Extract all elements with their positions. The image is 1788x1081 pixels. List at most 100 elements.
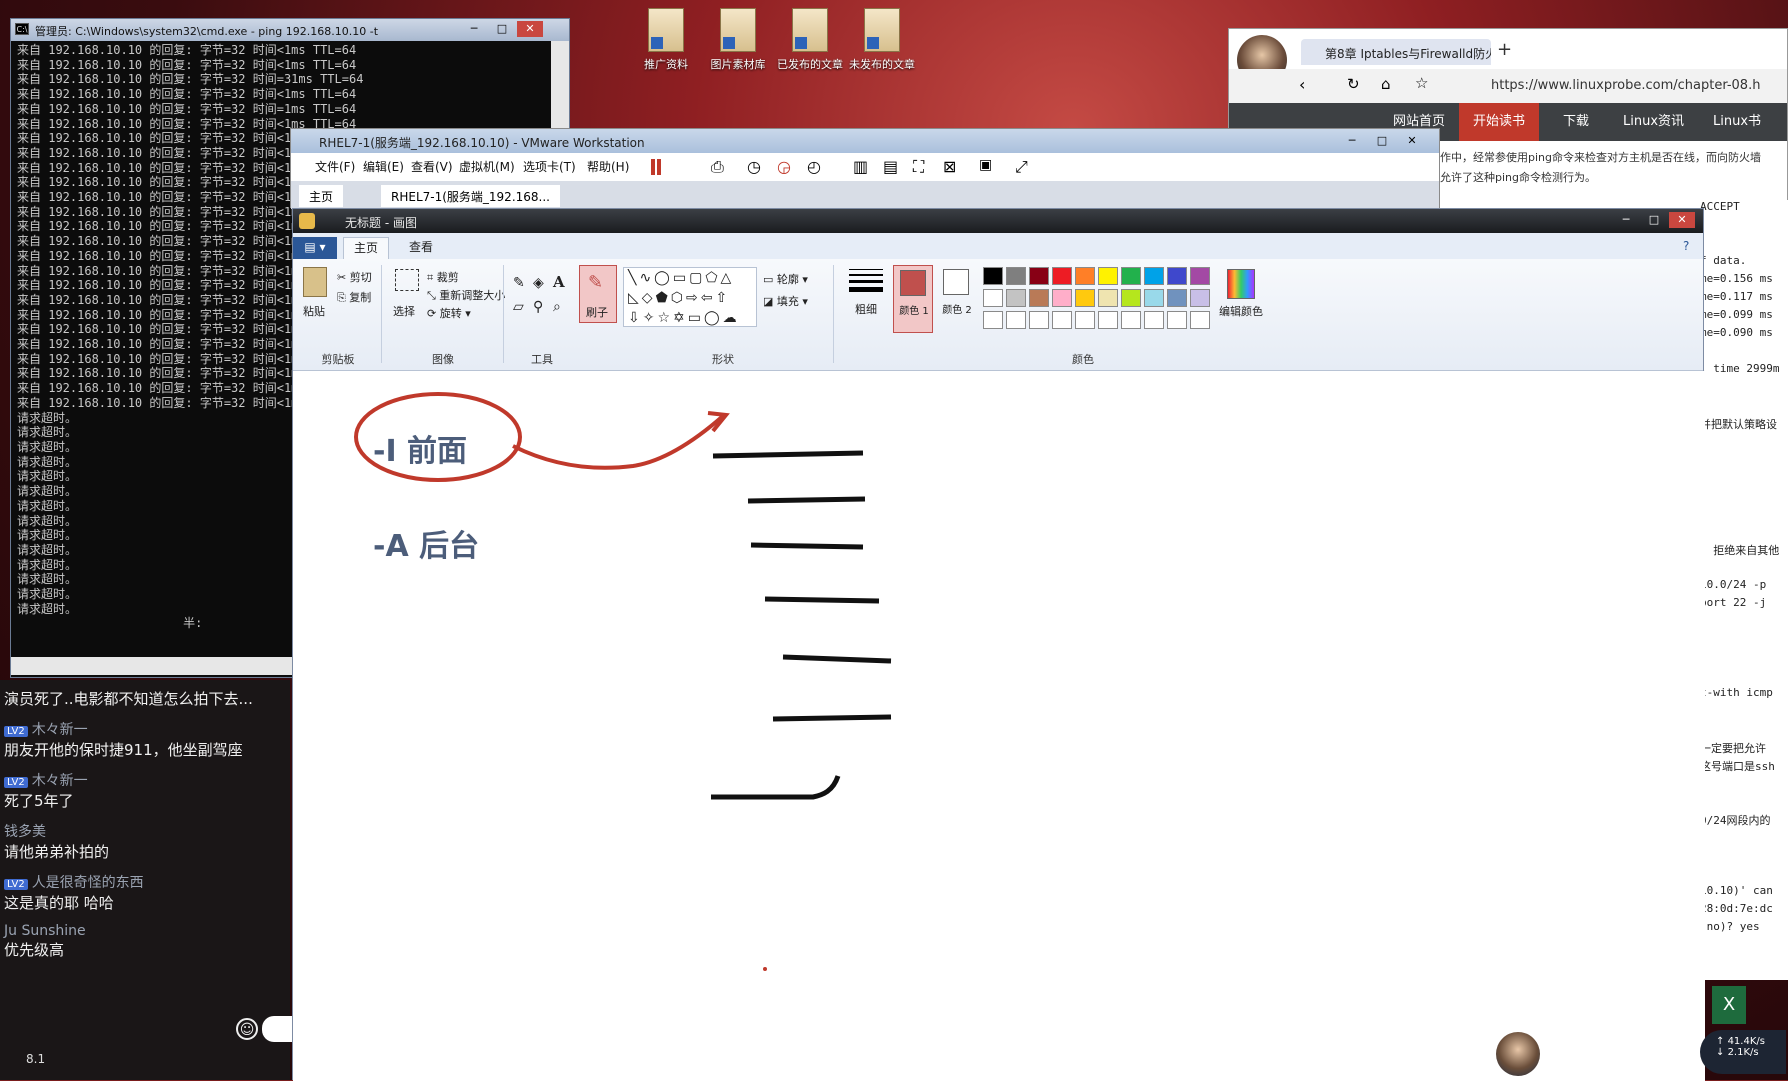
palette-swatch[interactable] bbox=[1121, 267, 1141, 285]
thumbnail-icon[interactable]: ▤ bbox=[883, 157, 898, 176]
desktop-icon-unpublished[interactable]: 未发布的文章 bbox=[842, 8, 922, 72]
snapshot-icon[interactable]: ◷ bbox=[747, 157, 761, 176]
nav-item-download[interactable]: 下载 bbox=[1549, 103, 1603, 141]
home-icon[interactable]: ⌂ bbox=[1381, 75, 1391, 93]
select-icon[interactable] bbox=[395, 269, 419, 291]
palette-swatch[interactable] bbox=[1144, 289, 1164, 307]
menu-tabs[interactable]: 选项卡(T) bbox=[517, 153, 582, 181]
custom-swatch[interactable] bbox=[1144, 311, 1164, 329]
menu-view[interactable]: 查看(V) bbox=[405, 153, 459, 181]
custom-swatch[interactable] bbox=[1052, 311, 1072, 329]
paint-maximize-button[interactable]: □ bbox=[1641, 212, 1667, 228]
text-icon[interactable]: A bbox=[553, 273, 565, 291]
unity-icon[interactable]: ⊠ bbox=[943, 157, 956, 176]
rect-shape-icon[interactable]: ▭ bbox=[673, 270, 689, 286]
maximize-button[interactable]: □ bbox=[489, 21, 515, 37]
up-arrow-shape-icon[interactable]: ⇧ bbox=[715, 290, 730, 306]
callout-shape-icon[interactable]: ▭ bbox=[688, 310, 704, 326]
custom-swatch[interactable] bbox=[1098, 311, 1118, 329]
polygon-shape-icon[interactable]: ⬠ bbox=[705, 270, 720, 286]
browser-tab[interactable]: 第8章 Iptables与Firewalld防火 bbox=[1301, 39, 1491, 65]
pencil-icon[interactable]: ✎ bbox=[513, 275, 525, 291]
desktop-icon-published[interactable]: 已发布的文章 bbox=[770, 8, 850, 72]
palette-swatch[interactable] bbox=[1006, 267, 1026, 285]
copy-button[interactable]: ⎘ 复制 bbox=[337, 289, 371, 305]
chat-input[interactable] bbox=[262, 1016, 292, 1042]
palette-swatch[interactable] bbox=[1098, 267, 1118, 285]
drawing-canvas[interactable]: -I 前面 -A 后台 bbox=[293, 371, 1705, 1081]
color1-button[interactable]: 颜色 1 bbox=[893, 265, 933, 333]
help-icon[interactable]: ? bbox=[1683, 239, 1689, 253]
send-keys-icon[interactable]: ⎙ bbox=[711, 157, 724, 177]
paste-button[interactable]: 粘贴 bbox=[303, 303, 325, 319]
vmware-window[interactable]: RHEL7-1(服务端_192.168.10.10) - VMware Work… bbox=[290, 128, 1440, 209]
edit-colors-icon[interactable] bbox=[1227, 269, 1255, 299]
tab-home[interactable]: 主页 bbox=[299, 185, 344, 207]
nav-item-books[interactable]: Linux书籍 bbox=[1699, 103, 1787, 167]
palette-swatch[interactable] bbox=[1052, 289, 1072, 307]
star-icon[interactable]: ☆ bbox=[1415, 74, 1428, 92]
six-star-shape-icon[interactable]: ✡ bbox=[673, 310, 688, 326]
oval-shape-icon[interactable]: ◯ bbox=[654, 270, 673, 286]
palette-swatch[interactable] bbox=[1052, 267, 1072, 285]
line-shape-icon[interactable]: ╲ bbox=[628, 270, 639, 286]
address-bar[interactable]: https://www.linuxprobe.com/chapter-08.h bbox=[1491, 78, 1760, 93]
desktop-icon-promo[interactable]: 推广资料 bbox=[626, 8, 706, 72]
eraser-icon[interactable]: ▱ bbox=[513, 299, 524, 315]
custom-swatch[interactable] bbox=[983, 311, 1003, 329]
palette-swatch[interactable] bbox=[1029, 289, 1049, 307]
sidebar-icon[interactable]: ▥ bbox=[853, 157, 868, 176]
palette-swatch[interactable] bbox=[1167, 267, 1187, 285]
refresh-icon[interactable]: ↻ bbox=[1347, 75, 1360, 93]
cloud-callout-shape-icon[interactable]: ☁ bbox=[723, 310, 740, 326]
tab-view[interactable]: 查看 bbox=[399, 237, 443, 259]
fill-icon[interactable]: ◈ bbox=[533, 275, 544, 291]
back-icon[interactable]: ‹ bbox=[1299, 75, 1305, 94]
down-arrow-shape-icon[interactable]: ⇩ bbox=[628, 310, 643, 326]
menu-file[interactable]: 文件(F) bbox=[309, 153, 361, 181]
palette-swatch[interactable] bbox=[1098, 289, 1118, 307]
nav-item-read[interactable]: 开始读书 bbox=[1459, 103, 1540, 141]
crop-button[interactable]: ⌗ 裁剪 bbox=[427, 269, 459, 285]
color2-button[interactable]: 颜色 2 bbox=[937, 265, 977, 333]
paint-close-button[interactable]: ✕ bbox=[1669, 212, 1695, 228]
five-star-shape-icon[interactable]: ☆ bbox=[657, 310, 673, 326]
vmware-titlebar[interactable]: RHEL7-1(服务端_192.168.10.10) - VMware Work… bbox=[291, 129, 1439, 153]
minimize-button[interactable]: ─ bbox=[461, 21, 487, 37]
palette-swatch[interactable] bbox=[1075, 289, 1095, 307]
vm-minimize-button[interactable]: ─ bbox=[1339, 133, 1365, 149]
palette-swatch[interactable] bbox=[1190, 267, 1210, 285]
paste-icon[interactable] bbox=[303, 267, 327, 297]
excel-icon[interactable]: X bbox=[1712, 986, 1746, 1024]
fullscreen-icon[interactable]: ⛶ bbox=[913, 157, 924, 177]
console-icon[interactable]: ▣ bbox=[979, 157, 992, 173]
resize-button[interactable]: ⤡ 重新调整大小 bbox=[427, 287, 505, 303]
right-arrow-shape-icon[interactable]: ⇨ bbox=[686, 290, 701, 306]
left-arrow-shape-icon[interactable]: ⇦ bbox=[701, 290, 716, 306]
right-triangle-shape-icon[interactable]: ◺ bbox=[628, 290, 642, 306]
curve-shape-icon[interactable]: ∿ bbox=[639, 270, 654, 286]
fill-button[interactable]: ◪ 填充 ▾ bbox=[763, 293, 808, 309]
menu-vm[interactable]: 虚拟机(M) bbox=[453, 153, 521, 181]
pentagon-shape-icon[interactable]: ⬟ bbox=[656, 290, 671, 306]
paint-window[interactable]: 无标题 - 画图 ─ □ ✕ ▤ ▾ 主页 查看 ? 粘贴 ✂ 剪切 ⎘ 复制 … bbox=[292, 208, 1705, 1081]
magnifier-icon[interactable]: ⌕ bbox=[553, 299, 561, 315]
stretch-icon[interactable]: ⤢ bbox=[1015, 157, 1028, 177]
tab-vm[interactable]: RHEL7-1(服务端_192.168... bbox=[381, 185, 560, 207]
desktop-icon-images[interactable]: 图片素材库 bbox=[698, 8, 778, 72]
diamond-shape-icon[interactable]: ◇ bbox=[642, 290, 656, 306]
four-star-shape-icon[interactable]: ✧ bbox=[643, 310, 658, 326]
custom-swatch[interactable] bbox=[1167, 311, 1187, 329]
nav-item-news[interactable]: Linux资讯 bbox=[1609, 103, 1698, 141]
custom-swatch[interactable] bbox=[1121, 311, 1141, 329]
palette-swatch[interactable] bbox=[1144, 267, 1164, 285]
tab-home[interactable]: 主页 bbox=[343, 237, 390, 259]
custom-swatch[interactable] bbox=[1190, 311, 1210, 329]
vm-close-button[interactable]: ✕ bbox=[1399, 133, 1425, 149]
emoji-icon[interactable]: ☺ bbox=[236, 1018, 258, 1040]
snapshot-manager-icon[interactable]: ◴ bbox=[807, 157, 821, 176]
palette-swatch[interactable] bbox=[1006, 289, 1026, 307]
palette-swatch[interactable] bbox=[1167, 289, 1187, 307]
palette-swatch[interactable] bbox=[1121, 289, 1141, 307]
palette-swatch[interactable] bbox=[1029, 267, 1049, 285]
